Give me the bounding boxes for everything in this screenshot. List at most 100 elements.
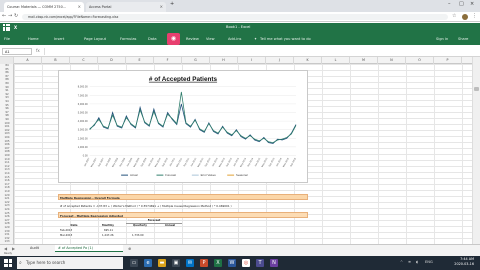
column-header[interactable]: C xyxy=(70,57,98,64)
column-header[interactable]: K xyxy=(294,57,322,64)
forward-arrow-icon[interactable]: → xyxy=(8,13,12,19)
minimize-icon[interactable]: – xyxy=(448,1,451,7)
table-cell[interactable]: 1,247.26 xyxy=(102,233,114,238)
teams-icon[interactable]: T xyxy=(256,259,264,267)
x-tick-label: Jan-2015 xyxy=(255,157,262,167)
tell-me-field[interactable]: Tell me what you want to do xyxy=(260,37,311,41)
camera-icon[interactable]: ◉ xyxy=(167,33,180,45)
column-header[interactable]: F xyxy=(154,57,182,64)
scroll-thumb[interactable] xyxy=(474,87,479,91)
language-indicator[interactable]: ENG xyxy=(425,260,433,264)
x-tick-label: May-2008 xyxy=(112,157,119,167)
chrome-icon[interactable]: ◎ xyxy=(242,259,250,267)
kebab-menu-icon[interactable]: ⋮ xyxy=(472,13,477,19)
menu-data[interactable]: Data xyxy=(148,37,157,41)
task-view-icon[interactable]: ▭ xyxy=(130,259,138,267)
column-header[interactable]: J xyxy=(266,57,294,64)
reload-icon[interactable]: ↻ xyxy=(14,13,18,19)
column-header[interactable]: L xyxy=(322,57,350,64)
avatar[interactable] xyxy=(462,14,468,20)
excel-logo-icon: X xyxy=(14,25,18,30)
maximize-icon[interactable]: □ xyxy=(459,1,464,7)
name-box[interactable]: A1 xyxy=(2,48,32,55)
sign-in-link[interactable]: Sign in xyxy=(436,37,448,41)
powerpoint-icon[interactable]: P xyxy=(200,259,208,267)
browser-tab-course[interactable]: Course: Materials — COMM 2750... × xyxy=(4,2,84,12)
app-launcher-icon[interactable] xyxy=(3,24,10,31)
add-sheet-icon[interactable]: ⊕ xyxy=(128,246,131,251)
menu-home[interactable]: Home xyxy=(28,37,39,41)
url-field[interactable]: mail.cbsp.nk.com/excel/app/?FileName=For… xyxy=(22,14,448,20)
function-icon[interactable]: fx xyxy=(36,48,40,53)
series-line-forecast xyxy=(89,91,297,144)
x-tick-label: Sep-2013 xyxy=(226,157,233,167)
close-window-icon[interactable]: × xyxy=(470,1,474,7)
star-icon[interactable]: ☆ xyxy=(452,13,456,19)
next-sheet-icon[interactable]: ▶ xyxy=(12,246,15,251)
y-tick-label: 6,000.00 xyxy=(78,102,88,106)
column-header[interactable]: D xyxy=(98,57,126,64)
select-all-corner[interactable] xyxy=(0,57,14,64)
table-cell[interactable]: 1,733.00 xyxy=(132,233,144,238)
column-header[interactable]: M xyxy=(350,57,378,64)
x-tick-label: Jan-2012 xyxy=(191,157,198,167)
menu-file[interactable]: File xyxy=(4,37,10,41)
chart-canvas: # of Accepted Patients 8,000.00 7,000.00 6… xyxy=(78,76,297,177)
prev-sheet-icon[interactable]: ◀ xyxy=(4,246,7,251)
onenote-icon[interactable]: N xyxy=(270,259,278,267)
taskbar-search[interactable]: ⌕ Type here to search xyxy=(17,257,123,269)
word-icon[interactable]: W xyxy=(228,259,236,267)
column-header[interactable]: A xyxy=(14,57,42,64)
x-tick-label: May-2007 xyxy=(91,157,98,167)
close-icon[interactable]: × xyxy=(160,4,163,9)
table-cell[interactable]: Mar-2013 xyxy=(60,233,72,238)
network-icon[interactable]: ≋ xyxy=(408,260,411,264)
lightbulb-icon: ✦ xyxy=(254,37,258,41)
new-tab-icon[interactable]: + xyxy=(170,1,174,7)
x-tick-label: Jan-2011 xyxy=(170,157,177,167)
close-icon[interactable]: × xyxy=(78,4,81,9)
windows-start-icon[interactable] xyxy=(4,259,12,267)
sheet-tab-audit[interactable]: Audit xyxy=(30,246,39,250)
y-tick-label: 0.00 xyxy=(83,153,89,157)
edge-icon[interactable]: e xyxy=(144,259,152,267)
menu-page-layout[interactable]: Page Layout xyxy=(84,37,106,41)
line-chart[interactable]: # of Accepted Patients 8,000.00 7,000.00 6… xyxy=(58,70,308,183)
menu-formulas[interactable]: Formulas xyxy=(120,37,136,41)
excel-title-bar: X Book1 - Excel xyxy=(0,23,480,33)
column-header[interactable]: G xyxy=(182,57,210,64)
column-header[interactable]: B xyxy=(42,57,70,64)
menu-insert[interactable]: Insert xyxy=(54,37,64,41)
browser-tab-access[interactable]: Access Portal × xyxy=(86,2,166,12)
chart-title: # of Accepted Patients xyxy=(149,76,218,83)
taskbar-clock[interactable]: 7:44 AM 2020-03-16 xyxy=(454,257,474,267)
y-tick-label: 1,000.00 xyxy=(78,145,88,149)
menu-view[interactable]: View xyxy=(206,37,215,41)
vertical-scrollbar[interactable] xyxy=(472,57,480,244)
y-tick-label: 8,000.00 xyxy=(78,85,88,89)
file-explorer-icon[interactable]: ▬ xyxy=(158,259,166,267)
formula-input[interactable] xyxy=(44,48,464,55)
menu-addins[interactable]: Add-ins xyxy=(228,37,241,41)
browser-tab-label: Course: Materials — COMM 2750... xyxy=(7,5,66,9)
x-tick-label: Jan-2014 xyxy=(233,157,240,167)
tray-chevron-icon[interactable]: ^ xyxy=(400,260,403,264)
back-arrow-icon[interactable]: ← xyxy=(2,13,6,19)
excel-icon[interactable]: X xyxy=(214,259,222,267)
share-button[interactable]: Share xyxy=(458,37,468,41)
column-header[interactable]: N xyxy=(378,57,406,64)
sheet-tabs-bar: ◀ ▶ Audit # of Accepted Pa (1) ⊕ xyxy=(0,244,480,253)
column-header[interactable]: I xyxy=(238,57,266,64)
mail-icon[interactable]: ✉ xyxy=(186,259,194,267)
browser-tab-label: Access Portal xyxy=(89,5,112,9)
column-header[interactable]: O xyxy=(406,57,434,64)
column-header[interactable]: P xyxy=(434,57,462,64)
store-icon[interactable]: ▣ xyxy=(172,259,180,267)
x-tick-label: Sep-2011 xyxy=(184,157,191,167)
x-tick-label: May-2012 xyxy=(198,157,205,167)
formula-bar: A1 fx xyxy=(0,45,480,57)
volume-icon[interactable]: ◖ xyxy=(416,260,418,264)
column-header[interactable]: H xyxy=(210,57,238,64)
column-header[interactable]: E xyxy=(126,57,154,64)
menu-review[interactable]: Review xyxy=(186,37,199,41)
